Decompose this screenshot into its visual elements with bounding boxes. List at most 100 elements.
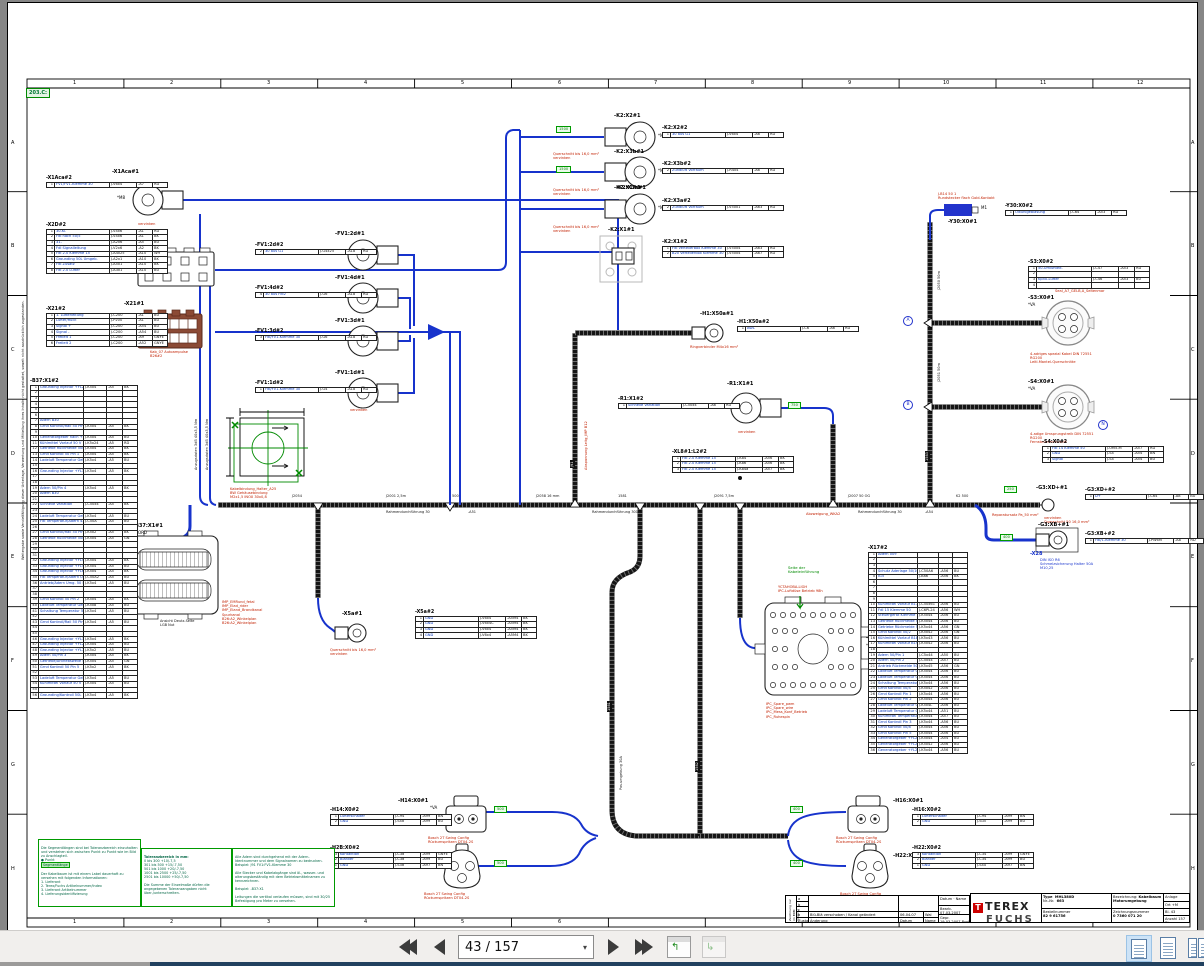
- segment-label: 1581: [618, 494, 627, 498]
- connector-table: -G3:XB+#2 1 FdI/1-Klemme 30 J-PW6M -A8 RD: [1085, 532, 1204, 545]
- circle-ref-n: N: [1098, 420, 1108, 430]
- connector-label: -FV1:1d#1: [335, 370, 365, 376]
- legend-text: Alle Adern sind durchgehend mit der Ader…: [235, 855, 331, 903]
- dual-page-view-button[interactable]: [1186, 935, 1204, 960]
- connector-label: -H1:X50a#1: [700, 311, 734, 317]
- red-note: Querschnitt bis 16,0 mm² verzinken: [553, 152, 600, 161]
- connector-table: -B37:X1#21Grounding Injector +YL2#1J-K5x…: [30, 379, 138, 699]
- legend-text: 0 bis 300 +10/-7,5 301 bis 500 +15/-7,50…: [144, 859, 210, 895]
- page-number-input[interactable]: 43 / 157 ▾: [458, 935, 594, 959]
- connector-s4: [1041, 384, 1095, 430]
- blue-note: DIN ISO R6 Schmelzsicherung Halter 50A M…: [1040, 558, 1094, 571]
- pin-table: 1 FV1/FV1-Klemme 30 J-V6x4 -A7 RD: [46, 181, 168, 189]
- dual-page-icon: [1198, 937, 1204, 958]
- tb-cell: Datum · Name: [938, 896, 971, 905]
- history-forward-button[interactable]: ↳: [702, 936, 726, 958]
- terex-logo-icon: T: [973, 903, 983, 913]
- row-label: B: [1191, 243, 1195, 249]
- red-note: Bosch 2T Swing Config Rückumspritzen DT0…: [428, 836, 474, 845]
- tb-zeich-value: 0 7360 071 20: [1113, 913, 1142, 918]
- segment-label: Rahmendurchführung 301: [592, 510, 639, 514]
- continuous-view-button[interactable]: [1156, 935, 1180, 960]
- connector-label: -H14:X0#1: [398, 798, 429, 804]
- tb-best-cell: Bestellnummer 82 9 61756: [1041, 908, 1111, 923]
- row-label: E: [1191, 554, 1195, 560]
- first-page-button[interactable]: [396, 935, 420, 959]
- terex-logo: T TEREX FUCHS: [973, 895, 1034, 925]
- wire-length-label: 750: [788, 402, 801, 409]
- circle-ref-b: B: [903, 400, 913, 410]
- pin-table: 1 50-Umluftleit. J-C47 -A53 RD 2 3 Kp50-Lüfter J…: [1028, 265, 1150, 289]
- connector-label: -K2:X2#1: [614, 113, 641, 119]
- col-label: 10: [943, 80, 950, 86]
- wire-length-label: 250: [1004, 486, 1017, 493]
- col-label: 7: [654, 80, 658, 86]
- connector-table: -K2:X1#2 1 FdI Verteilerbox Klemme 30 J-V50…: [662, 240, 784, 258]
- single-page-icon: [1131, 938, 1147, 959]
- red-note: verzinken: [350, 408, 368, 412]
- connector-label: -X28: [1030, 551, 1043, 557]
- pin-table: 1Grounding Injector +YL2#1J-K5x4-A5BK234…: [30, 384, 138, 699]
- red-note: YCTAHOBA-LIGH IPC-Luftdüse Betrieb 98h: [778, 585, 823, 594]
- revision-header: Datum: [898, 917, 923, 923]
- single-page-view-button[interactable]: [1126, 935, 1152, 962]
- mounting-drawing: [226, 408, 308, 486]
- pin-table: 1 Schnelle Variation J-C50x4 -A6 RD: [618, 402, 740, 410]
- tb-gepr-date: 19.03.2007: [940, 919, 961, 923]
- connector-h22: [851, 843, 889, 889]
- wire-length-label: 1500: [556, 166, 572, 173]
- history-back-button[interactable]: ↰: [667, 936, 691, 958]
- connector-label: -G3:XD+#1: [1036, 485, 1068, 491]
- segment-label: J2001 2,5m: [386, 494, 407, 498]
- connector-label: -FV1:3d#1: [335, 318, 365, 324]
- connector-table: -FV1:2d#2 2 30 aus G1 J-G4x25 -A18 RD: [255, 243, 377, 256]
- previous-page-button[interactable]: [427, 935, 451, 959]
- tb-ort: Ort +M: [1163, 901, 1190, 908]
- connector-label: -FV1:4d#1: [335, 275, 365, 281]
- pin-table: 2 Zündluft Vorraum J-V50x1 -A63 RD: [662, 204, 784, 212]
- dropdown-caret-icon: ▾: [582, 942, 587, 952]
- legend-box-segments: Die Segmentlängen sind bei Toleranzberei…: [38, 839, 141, 907]
- tb-anlage: Anlage: [1163, 894, 1190, 901]
- pin-table: 1 FdI/1-Klemme 30 J-PW6M -A8 RD: [1085, 537, 1204, 545]
- connector-table: -H1:X50a#2 1 AWL J-C6 -A6 RD: [737, 320, 859, 333]
- pin-table: 1 Ölkühlgebläsung J-C64 -A53 RD: [1005, 209, 1127, 217]
- segment-label: K2 500: [956, 494, 969, 498]
- row-label: C: [11, 347, 15, 353]
- pin-table: 1 Lüfterschalter J-C94 -A99 BN 2 GND J-S4d -A99 B…: [330, 813, 452, 826]
- revision-header: Änderung: [808, 917, 898, 923]
- connector-label: -K2:X3a#1: [616, 185, 646, 191]
- segment-label: Pos.umgebung 30A: [619, 756, 623, 790]
- col-label: 5: [461, 919, 465, 925]
- row-label: G: [1191, 762, 1195, 768]
- wire-length-label: 1500: [556, 126, 572, 133]
- segment-label: Rahmendurchführung 30: [858, 510, 902, 514]
- wire-length-label: 400: [790, 806, 803, 813]
- connector-table: -X2D#2 1 30-Kl. J-V4x6 -A1 RD 2 FdI nach 50/5 J-…: [46, 223, 168, 275]
- connector-table: -K2:X2#2 1 30 aus G1 J-V6x4 -A6 RD: [662, 126, 784, 139]
- col-label: 3: [267, 919, 271, 925]
- diagram-geometry: [7, 78, 1197, 928]
- wire-length-label: 400: [1000, 534, 1013, 541]
- pin-table: 1 FdI 2.0 Klemme 15 J-K84 -A56 BK 2 FdI 2.0 Kl…: [672, 455, 794, 474]
- pin-table: 3 Kontaktion J-C34 -A99 GNYE 2 Blanker J-C34 -A9…: [912, 851, 1034, 870]
- margin-note: Weitergabe sowie Vervielfältigung dieser…: [21, 300, 25, 560]
- red-note: Kabelbindung_Halter_A25 BW Gehäusebindun…: [230, 487, 277, 500]
- connector-table: -X5a#2 1 GND J-V6x4 -A5M4 BK 2 GND J-V6x4C -A5M4 B…: [415, 610, 537, 639]
- pin-table: 1 AWL J-C6 -A6 RD: [737, 325, 859, 333]
- revision-empty: [898, 896, 938, 911]
- tb-nr-label: Nr.-Nr.: [1043, 898, 1055, 903]
- last-page-button[interactable]: [632, 935, 656, 959]
- col-label: 3: [267, 80, 271, 86]
- row-label: E: [11, 554, 15, 560]
- next-page-button[interactable]: [601, 935, 625, 959]
- tb-type-cell: Type MHL380D Nr.-Nr. 663: [1041, 894, 1111, 908]
- connector-table: -H2B:X0#2 3 Kontaktion J-C3d -A99 GNYE 2 Blanke…: [330, 846, 452, 870]
- segment-label: J2007 50 OG: [848, 494, 871, 498]
- connector-table: -FV1:1d#2 1 FdI/FV1-Klemme 30 J-G4 -A18 RD: [255, 381, 377, 394]
- connector-table: -X17#2 1 Adern 009 2 3 4 Schutz Aderlage 50/10…: [868, 546, 968, 754]
- connector-sub-label: *VA: [1028, 302, 1036, 307]
- row-label: C: [1191, 347, 1195, 353]
- segment-label: Rahmendurchführung 30: [386, 510, 430, 514]
- pin-table: 2 30 aus G1 J-G4x25 -A18 RD: [255, 248, 377, 256]
